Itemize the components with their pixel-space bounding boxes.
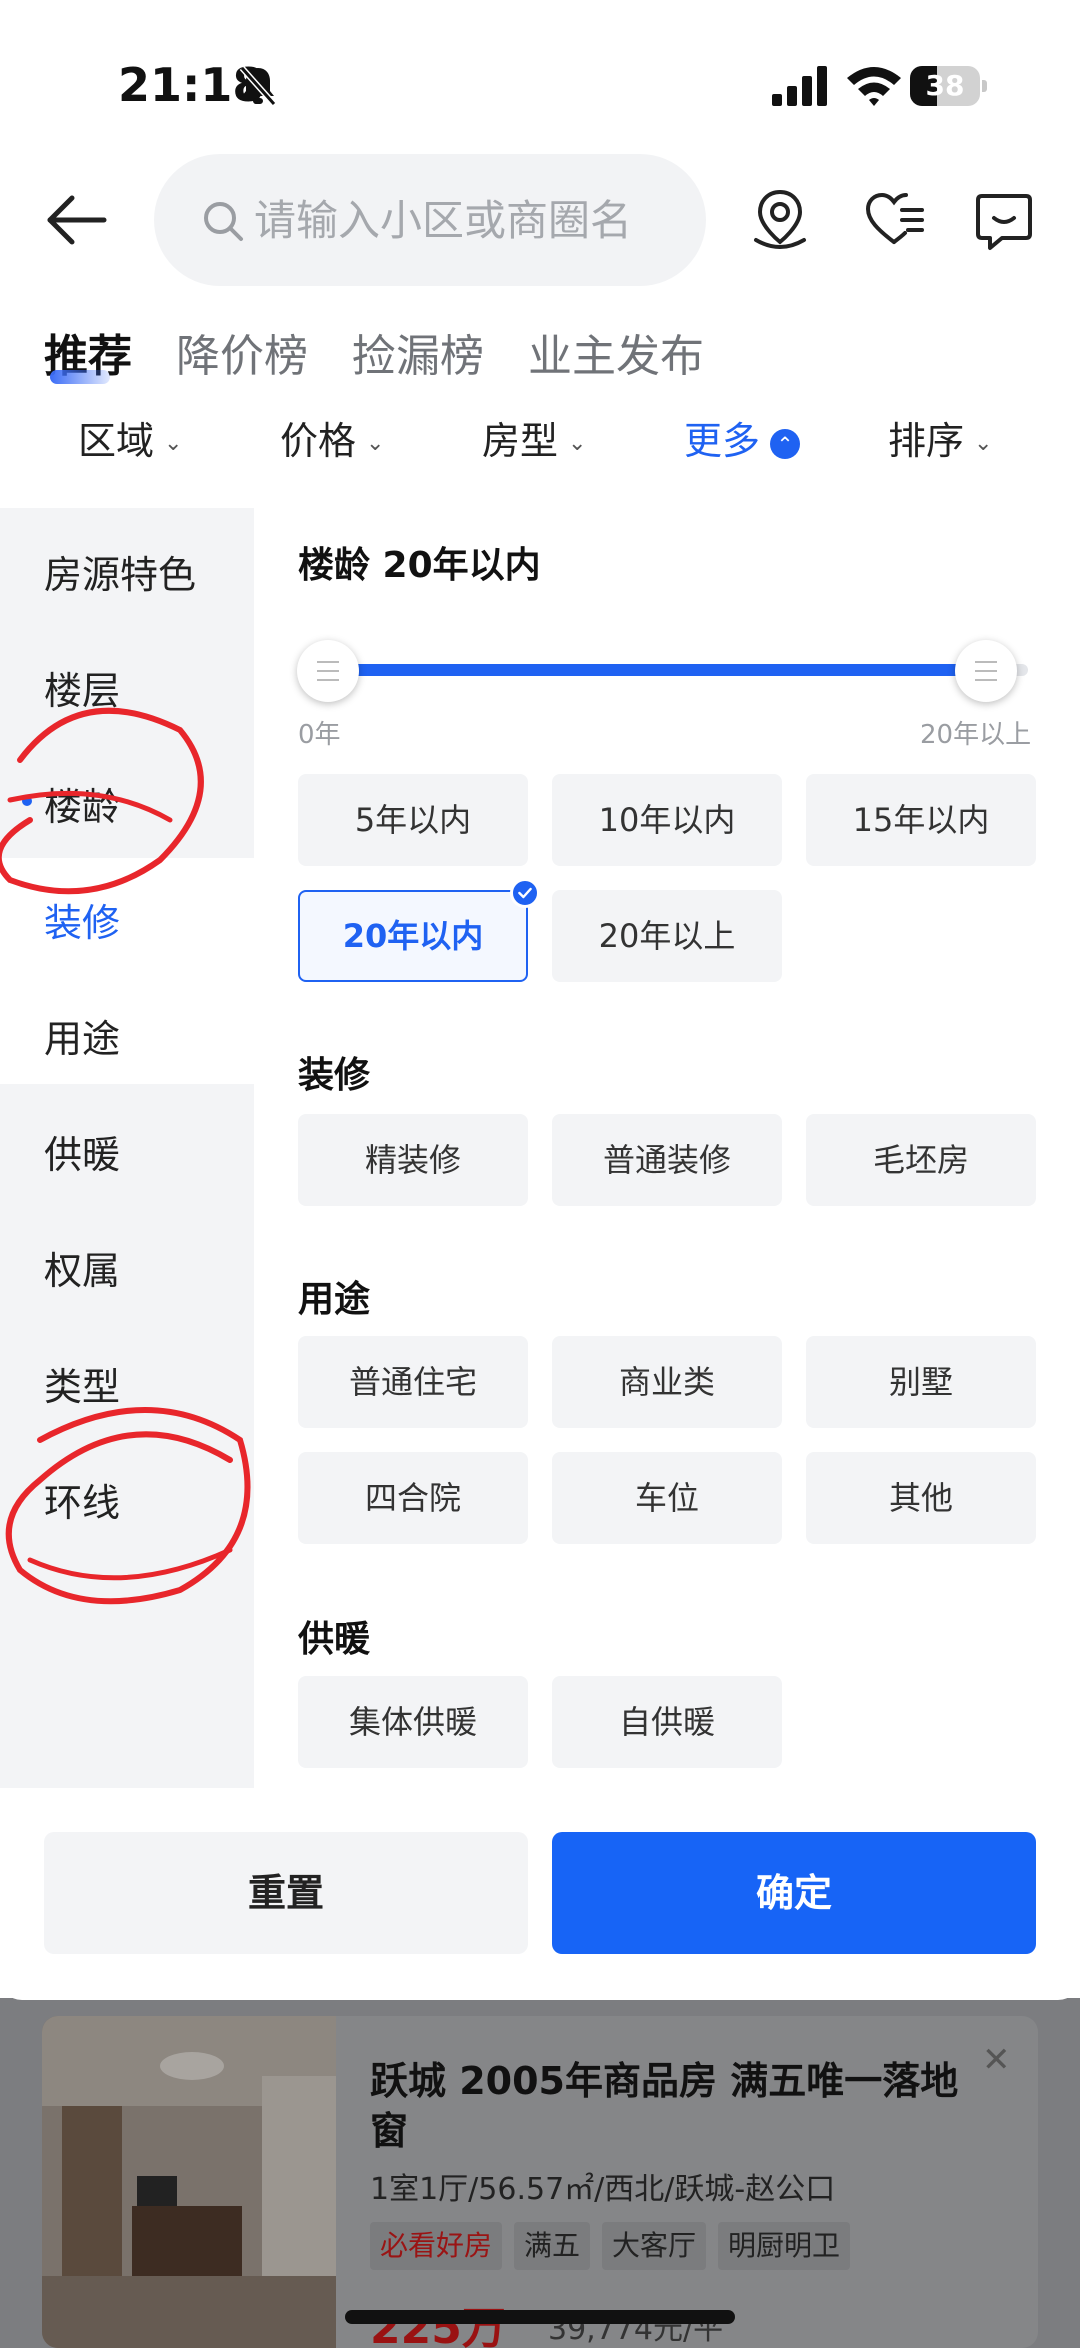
cellular-signal-icon [772, 66, 827, 106]
option-deco-normal[interactable]: 普通装修 [552, 1114, 782, 1206]
listing-info: 1室1厅/56.57㎡/西北/跃城-赵公口 [370, 2172, 836, 2207]
filter-more[interactable]: 更多 ⌃ [684, 410, 801, 465]
heart-list-icon[interactable] [862, 188, 926, 252]
battery-indicator: 38 [910, 66, 987, 106]
listing-tag: 必看好房 [370, 2222, 503, 2270]
selected-dot [22, 796, 32, 806]
tab-recommend[interactable]: 推荐 [44, 320, 132, 384]
tab-price-drop[interactable]: 降价榜 [176, 320, 308, 384]
filter-sidebar: 房源特色 楼层 楼龄 装修 用途 供暖 权属 类型 环线 [0, 508, 254, 1788]
option-deco-fine[interactable]: 精装修 [298, 1114, 528, 1206]
option-age-20[interactable]: 20年以内 [298, 878, 540, 982]
listing-tags: 必看好房 满五 大客厅 明厨明卫 [370, 2222, 862, 2272]
filter-price[interactable]: 价格 ⌄ [280, 410, 384, 465]
status-bar: 21:18 38 [0, 0, 1080, 150]
sidebar-item-floor[interactable]: 楼层 [44, 660, 120, 715]
option-age-5[interactable]: 5年以内 [298, 774, 528, 866]
filter-area[interactable]: 区域 ⌄ [78, 410, 182, 465]
listing-photo [42, 2016, 336, 2348]
decoration-title: 装修 [298, 1055, 371, 1096]
chevron-down-icon: ⌄ [568, 431, 587, 456]
option-usage-commercial[interactable]: 商业类 [552, 1336, 782, 1428]
sidebar-item-decoration[interactable]: 装修 [44, 892, 120, 947]
slider-min-label: 0年 [298, 720, 341, 750]
option-usage-courtyard[interactable]: 四合院 [298, 1452, 528, 1544]
back-arrow-icon[interactable] [42, 186, 110, 254]
option-age-10[interactable]: 10年以内 [552, 774, 782, 866]
filter-row: 区域 ⌄ 价格 ⌄ 房型 ⌄ 更多 ⌃ 排序 ⌄ [0, 410, 1080, 480]
sidebar-selected-bg [0, 858, 254, 972]
search-input[interactable] [254, 182, 684, 258]
chevron-up-icon: ⌃ [770, 428, 801, 459]
chevron-down-icon: ⌄ [366, 431, 385, 456]
tab-underline [50, 370, 110, 384]
search-bar[interactable] [154, 154, 706, 286]
slider-handle-max[interactable] [955, 640, 1017, 702]
tab-label: 捡漏榜 [352, 331, 484, 382]
confirm-button[interactable]: 确定 [552, 1832, 1036, 1954]
option-age-20-plus[interactable]: 20年以上 [552, 890, 782, 982]
option-age-15[interactable]: 15年以内 [806, 774, 1036, 866]
sidebar-item-features[interactable]: 房源特色 [44, 544, 196, 599]
slider-range [328, 664, 986, 676]
listing-card[interactable]: 跃城 2005年商品房 满五唯一落地窗 1室1厅/56.57㎡/西北/跃城-赵公… [42, 2016, 1038, 2348]
tab-owner-post[interactable]: 业主发布 [528, 320, 704, 384]
sidebar-item-building-age[interactable]: 楼龄 [22, 776, 120, 831]
battery-percent: 38 [925, 69, 965, 102]
location-pin-icon[interactable] [748, 188, 812, 252]
check-icon [510, 878, 540, 908]
chevron-down-icon: ⌄ [164, 431, 183, 456]
listing-title: 跃城 2005年商品房 满五唯一落地窗 [370, 2059, 959, 2153]
option-heating-central[interactable]: 集体供暖 [298, 1676, 528, 1768]
chevron-down-icon: ⌄ [974, 431, 993, 456]
bell-muted-icon [239, 66, 277, 106]
slider-handle-min[interactable] [297, 640, 359, 702]
tab-label: 业主发布 [528, 331, 704, 382]
sidebar-item-type[interactable]: 类型 [44, 1356, 120, 1411]
building-age-slider[interactable] [297, 630, 1038, 710]
building-age-title: 楼龄 20年以内 [298, 545, 541, 586]
listing-tag: 大客厅 [602, 2222, 707, 2270]
heating-title: 供暖 [298, 1619, 371, 1660]
option-usage-parking[interactable]: 车位 [552, 1452, 782, 1544]
sidebar-item-usage[interactable]: 用途 [44, 1008, 120, 1063]
option-usage-villa[interactable]: 别墅 [806, 1336, 1036, 1428]
usage-title: 用途 [298, 1279, 371, 1320]
sidebar-divider-bg [0, 972, 254, 1084]
listing-tag: 明厨明卫 [718, 2222, 851, 2270]
option-deco-raw[interactable]: 毛坯房 [806, 1114, 1036, 1206]
search-icon [204, 202, 243, 241]
tab-bargain[interactable]: 捡漏榜 [352, 320, 484, 384]
tab-label: 降价榜 [176, 331, 308, 382]
option-usage-residential[interactable]: 普通住宅 [298, 1336, 528, 1428]
slider-max-label: 20年以上 [920, 720, 1032, 750]
option-usage-other[interactable]: 其他 [806, 1452, 1036, 1544]
wifi-icon [847, 67, 901, 106]
sidebar-item-heating[interactable]: 供暖 [44, 1124, 120, 1179]
home-indicator[interactable] [345, 2310, 735, 2324]
filter-sort[interactable]: 排序 ⌄ [888, 410, 992, 465]
option-heating-self[interactable]: 自供暖 [552, 1676, 782, 1768]
filter-layout[interactable]: 房型 ⌄ [482, 410, 586, 465]
reset-button[interactable]: 重置 [44, 1832, 528, 1954]
sidebar-item-ownership[interactable]: 权属 [44, 1240, 120, 1295]
close-icon[interactable]: ✕ [982, 2040, 1011, 2080]
sheet-bottom-edge [0, 1960, 1080, 2000]
listing-tag: 满五 [514, 2222, 591, 2270]
sidebar-item-ring-road[interactable]: 环线 [44, 1472, 120, 1527]
message-icon[interactable] [972, 188, 1036, 252]
